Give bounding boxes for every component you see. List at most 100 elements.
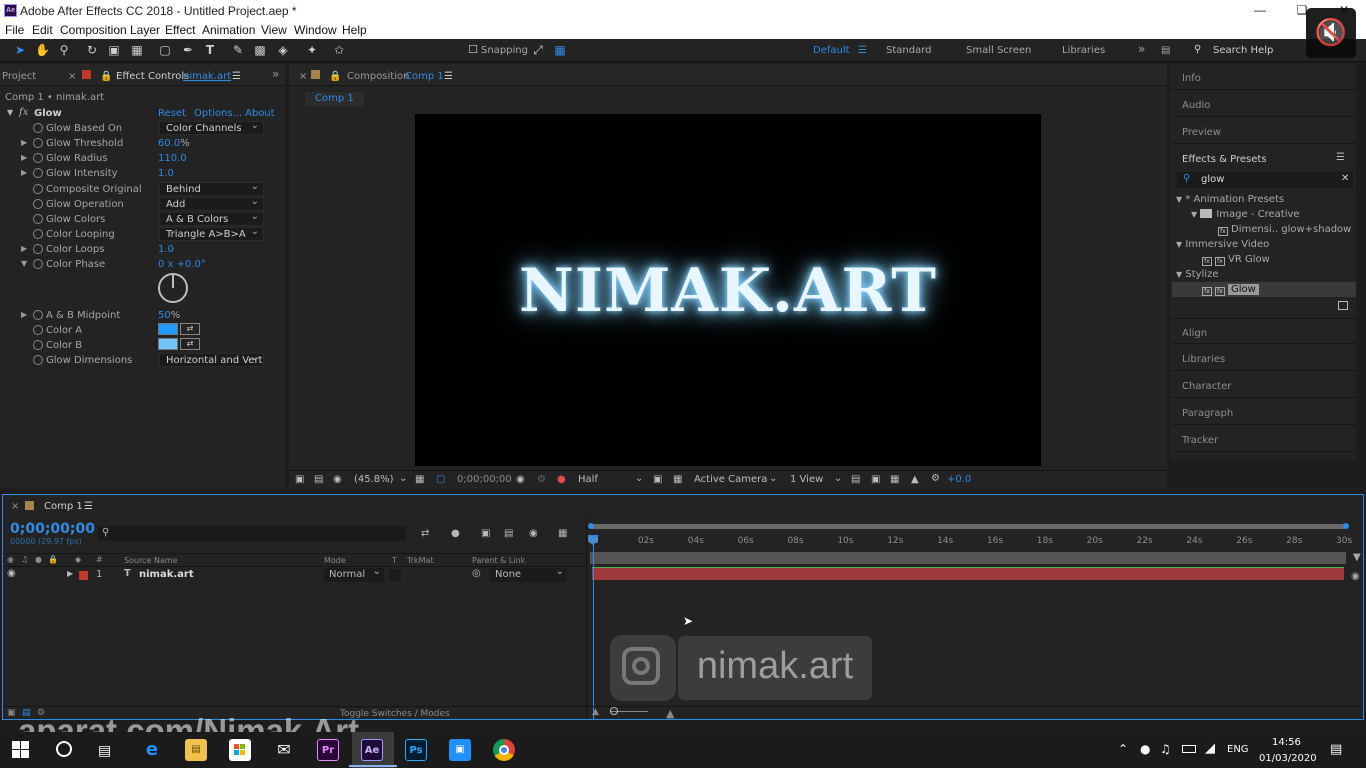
color-b-swatch[interactable] bbox=[158, 338, 178, 350]
workspace-default[interactable]: Default bbox=[813, 45, 850, 56]
panel-align[interactable]: Align bbox=[1172, 318, 1356, 344]
panel-libraries[interactable]: Libraries bbox=[1172, 345, 1356, 371]
timeline-options-icon[interactable]: ◉ bbox=[1351, 571, 1360, 582]
search-help-field[interactable]: ⚲ Search Help bbox=[1190, 43, 1310, 58]
stopwatch-icon[interactable] bbox=[33, 199, 43, 209]
hand-tool-icon[interactable]: ✋ bbox=[35, 43, 50, 57]
comp-flowchart-icon[interactable]: ▦ bbox=[890, 474, 899, 485]
clone-stamp-tool-icon[interactable]: ▩ bbox=[253, 43, 267, 57]
zoom-in-icon[interactable]: ▲ bbox=[666, 707, 674, 720]
snap-features-icon[interactable]: ▦ bbox=[553, 43, 567, 57]
fit-icon[interactable]: ▦ bbox=[415, 474, 424, 485]
layer-row[interactable]: ◉ ▶ 1 T nimak.art Normal ⌄ ◎ None ⌄ bbox=[3, 566, 587, 583]
column-parent[interactable]: Parent & Link bbox=[472, 556, 525, 565]
roto-brush-tool-icon[interactable]: ✦ bbox=[305, 43, 319, 57]
toggle-pixel-aspect-icon[interactable]: ▤ bbox=[851, 474, 860, 485]
menu-view[interactable]: View bbox=[261, 23, 287, 37]
camera-dropdown[interactable]: Active Camera bbox=[694, 474, 767, 485]
premiere-pro-icon[interactable]: Pr bbox=[317, 739, 339, 761]
panel-overflow-icon[interactable]: » bbox=[272, 67, 279, 81]
microphone-icon[interactable]: ● bbox=[1140, 742, 1150, 756]
stopwatch-icon[interactable] bbox=[33, 259, 43, 269]
collapse-triangle-icon[interactable]: ▼ bbox=[7, 108, 13, 117]
comp-subtab[interactable]: Comp 1 bbox=[305, 92, 364, 106]
stopwatch-icon[interactable] bbox=[33, 229, 43, 239]
panel-menu-icon[interactable]: ☰ bbox=[84, 501, 93, 512]
tab-close-icon[interactable]: × bbox=[299, 71, 307, 82]
panel-preview[interactable]: Preview bbox=[1172, 118, 1356, 144]
panel-info[interactable]: Info bbox=[1172, 64, 1356, 90]
panel-menu-icon[interactable]: ☰ bbox=[444, 71, 453, 82]
puppet-tool-icon[interactable]: ✩ bbox=[332, 43, 346, 57]
menu-help[interactable]: Help bbox=[342, 23, 367, 37]
stopwatch-icon[interactable] bbox=[33, 310, 43, 320]
layer-switches-icon[interactable]: ▣ bbox=[7, 708, 16, 718]
stopwatch-icon[interactable] bbox=[33, 153, 43, 163]
graph-editor-icon[interactable]: ▦ bbox=[558, 528, 567, 539]
expand-triangle-icon[interactable]: ▶ bbox=[21, 138, 27, 147]
fx-badge[interactable]: fx bbox=[19, 107, 28, 118]
pen-tool-icon[interactable]: ✒ bbox=[181, 43, 195, 57]
layer-duration-bar[interactable] bbox=[592, 567, 1344, 580]
mask-visibility-icon[interactable]: ◉ bbox=[333, 474, 342, 485]
glow-radius-value[interactable]: 110.0 bbox=[158, 153, 187, 164]
stopwatch-icon[interactable] bbox=[33, 244, 43, 254]
zoom-out-icon[interactable]: ▲ bbox=[592, 707, 599, 717]
solo-switch-icon[interactable]: ● bbox=[35, 555, 42, 564]
workspace-overflow-icon[interactable]: » bbox=[1138, 42, 1145, 56]
color-looping-dropdown[interactable]: Triangle A>B>A bbox=[159, 225, 264, 241]
stopwatch-icon[interactable] bbox=[33, 168, 43, 178]
view-layout-dropdown[interactable]: 1 View bbox=[790, 474, 823, 485]
composite-original-dropdown[interactable]: Behind bbox=[159, 180, 264, 196]
glow-threshold-value[interactable]: 60.0% bbox=[158, 138, 190, 149]
parent-dropdown[interactable]: None ⌄ bbox=[489, 566, 567, 582]
tree-glow[interactable]: fx fx Glow bbox=[1202, 284, 1259, 296]
mail-icon[interactable]: ✉ bbox=[273, 739, 295, 761]
color-phase-value[interactable]: 0 x +0.0° bbox=[158, 259, 206, 270]
column-trkmat[interactable]: TrkMat bbox=[407, 556, 434, 565]
work-area-end-handle[interactable] bbox=[1343, 523, 1349, 529]
menu-edit[interactable]: Edit bbox=[32, 23, 53, 37]
preserve-transparency-checkbox[interactable] bbox=[389, 569, 401, 581]
region-of-interest-icon[interactable]: ▢ bbox=[436, 474, 445, 485]
snapping-checkbox-icon[interactable]: ☐ bbox=[466, 43, 480, 57]
color-channels-icon[interactable]: ● bbox=[557, 474, 566, 485]
transparency-grid-icon[interactable]: ▦ bbox=[673, 474, 682, 485]
exposure-icon[interactable]: ⚙ bbox=[931, 473, 940, 484]
stopwatch-icon[interactable] bbox=[33, 138, 43, 148]
stopwatch-icon[interactable] bbox=[33, 214, 43, 224]
new-preset-icon[interactable] bbox=[1338, 301, 1348, 310]
glow-colors-dropdown[interactable]: A & B Colors bbox=[159, 210, 264, 226]
lock-icon[interactable]: 🔒 bbox=[100, 71, 112, 82]
flowchart-icon[interactable]: ▲ bbox=[911, 474, 919, 485]
layer-label-swatch[interactable] bbox=[79, 571, 88, 580]
brush-tool-icon[interactable]: ✎ bbox=[231, 43, 245, 57]
chevron-down-icon[interactable]: ⌄ bbox=[769, 473, 777, 484]
glow-based-on-dropdown[interactable]: Color Channels bbox=[159, 119, 264, 135]
panel-paragraph[interactable]: Paragraph bbox=[1172, 399, 1356, 425]
tab-effect-controls[interactable]: Effect Controls bbox=[116, 71, 189, 82]
video-switch-icon[interactable]: ◉ bbox=[7, 555, 14, 564]
timeline-search-input[interactable]: ⚲ bbox=[98, 526, 406, 541]
zoom-dropdown[interactable]: (45.8%) bbox=[354, 474, 394, 485]
column-mode[interactable]: Mode bbox=[324, 556, 346, 565]
draft-3d-icon[interactable]: ● bbox=[451, 528, 460, 539]
clock-time[interactable]: 14:56 bbox=[1272, 737, 1301, 748]
lock-icon[interactable]: 🔒 bbox=[329, 71, 341, 82]
selection-tool-icon[interactable]: ➤ bbox=[13, 43, 27, 57]
glow-intensity-value[interactable]: 1.0 bbox=[158, 168, 174, 179]
rectangle-tool-icon[interactable]: ▢ bbox=[158, 43, 172, 57]
sync-settings-icon[interactable]: ▤ bbox=[1161, 45, 1170, 56]
eraser-tool-icon[interactable]: ◈ bbox=[276, 43, 290, 57]
menu-animation[interactable]: Animation bbox=[202, 23, 255, 37]
workspace-libraries[interactable]: Libraries bbox=[1062, 45, 1105, 56]
menu-layer[interactable]: Layer bbox=[130, 23, 160, 37]
color-a-swatch[interactable] bbox=[158, 323, 178, 335]
monitor-icon[interactable]: ▤ bbox=[314, 474, 323, 485]
panel-menu-icon[interactable]: ☰ bbox=[1336, 152, 1345, 163]
expand-triangle-icon[interactable]: ▶ bbox=[67, 569, 73, 578]
notifications-icon[interactable]: ▤ bbox=[1330, 742, 1342, 757]
pick-whip-icon[interactable]: ◎ bbox=[472, 568, 481, 579]
stopwatch-icon[interactable] bbox=[33, 123, 43, 133]
clock-date[interactable]: 01/03/2020 bbox=[1259, 753, 1317, 764]
